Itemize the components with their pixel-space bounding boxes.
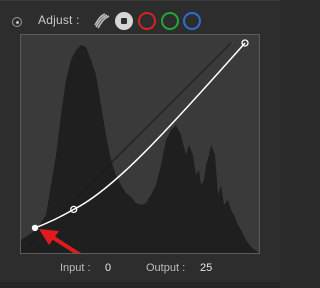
histogram: [21, 45, 259, 253]
blue-channel-button[interactable]: [183, 12, 201, 30]
curve-graph[interactable]: [20, 34, 260, 254]
output-label: Output :: [146, 262, 186, 274]
bottom-bar: [0, 282, 280, 288]
curve-canvas[interactable]: [21, 35, 259, 253]
input-label: Input :: [60, 262, 91, 274]
red-channel-button[interactable]: [138, 12, 156, 30]
input-value: 0: [105, 262, 112, 274]
all-channels-button[interactable]: [93, 12, 111, 30]
curve-point-black[interactable]: [31, 224, 39, 232]
stacked-curves-icon: [94, 13, 110, 29]
green-channel-button[interactable]: [161, 12, 179, 30]
curves-panel: Adjust : Input : 0 Output: 25: [0, 0, 280, 288]
luminance-channel-button[interactable]: [115, 12, 133, 30]
adjust-label: Adjust :: [38, 13, 80, 27]
output-value: 25: [200, 262, 213, 274]
panel-toggle-icon[interactable]: [12, 17, 22, 27]
